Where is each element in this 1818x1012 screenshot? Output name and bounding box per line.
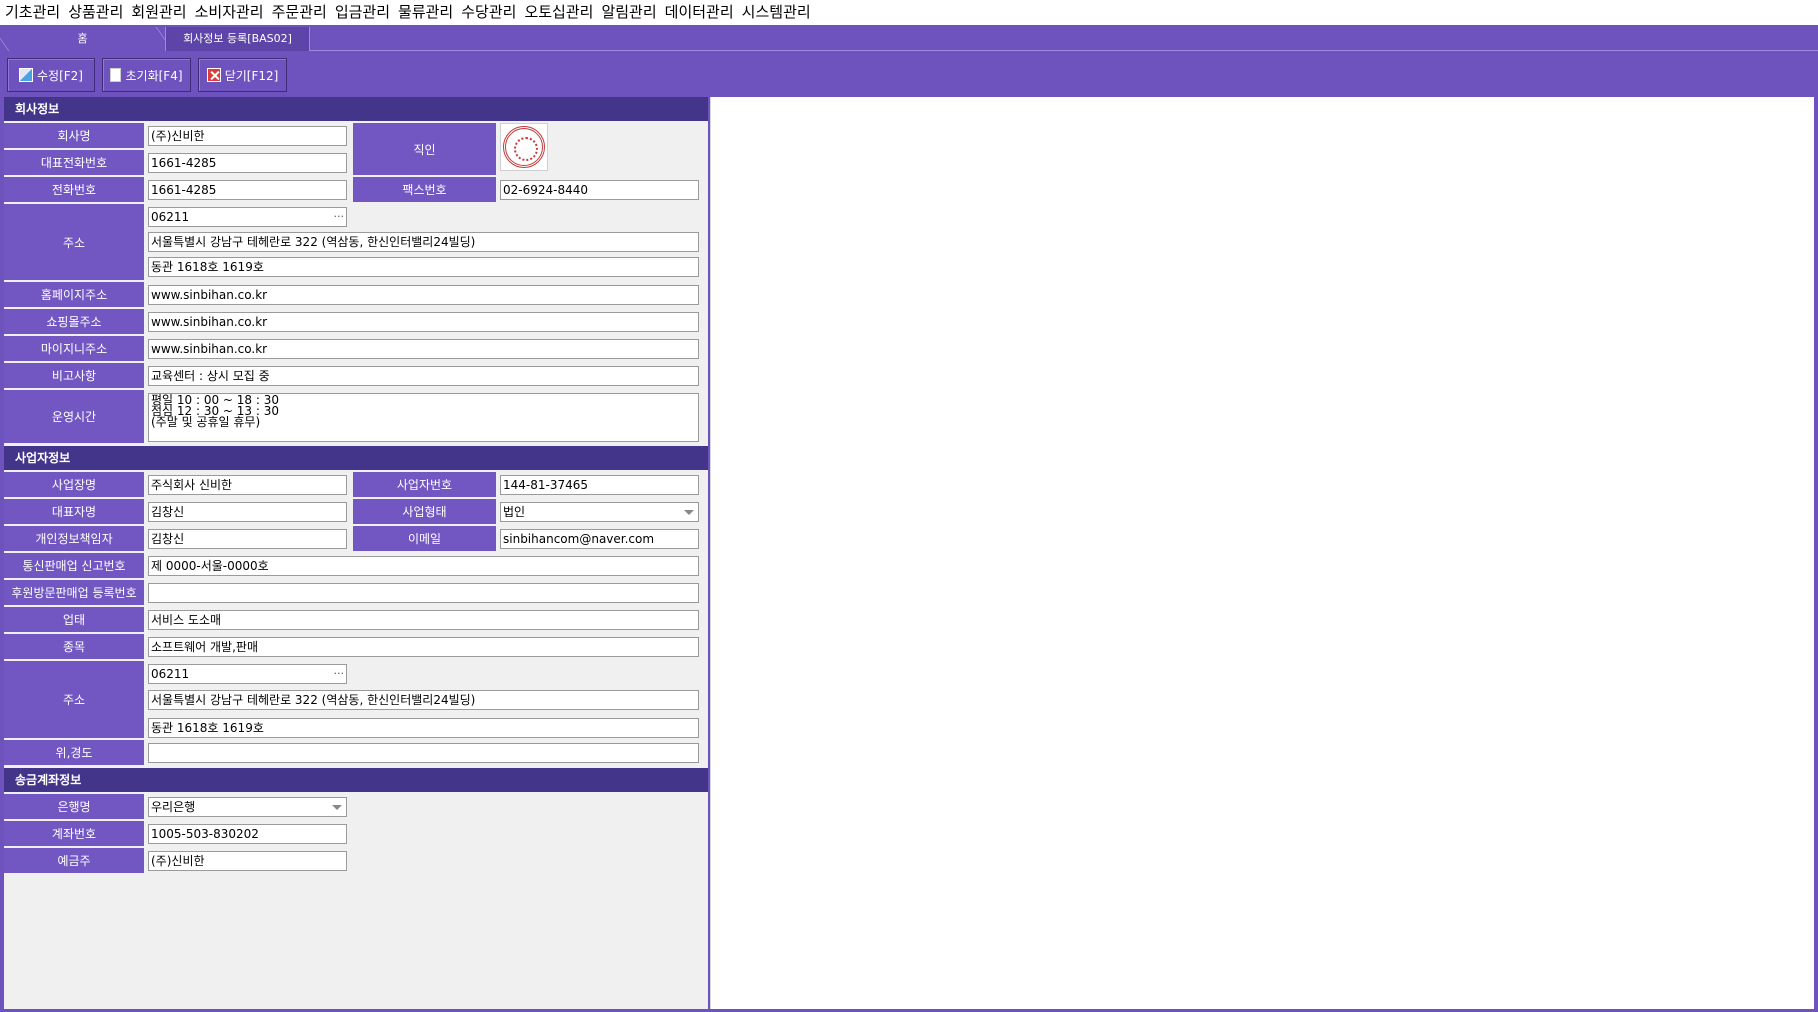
- tab-home[interactable]: 홈: [0, 27, 165, 51]
- company-name-field[interactable]: (주)신비한: [148, 126, 347, 146]
- menu-item[interactable]: 상품관리: [67, 0, 130, 25]
- privacy-officer-field[interactable]: 김창신: [148, 529, 347, 549]
- tab-company-info[interactable]: 회사정보 등록[BAS02]: [165, 27, 310, 51]
- menu-item[interactable]: 기초관리: [4, 0, 67, 25]
- menu-item[interactable]: 데이터관리: [664, 0, 741, 25]
- label-biz-type: 사업형태: [353, 499, 496, 525]
- label-ceo: 대표자명: [4, 499, 144, 525]
- label-geo: 위,경도: [4, 740, 144, 766]
- rep-phone-field[interactable]: 1661-4285: [148, 153, 347, 173]
- ceo-field[interactable]: 김창신: [148, 502, 347, 522]
- company-zip-value: 06211: [151, 210, 190, 224]
- fax-field[interactable]: 02-6924-8440: [500, 180, 699, 200]
- label-fax: 팩스번호: [353, 177, 496, 203]
- label-email: 이메일: [353, 526, 496, 552]
- label-seal: 직인: [353, 123, 496, 176]
- label-note: 비고사항: [4, 363, 144, 389]
- label-phone: 전화번호: [4, 177, 144, 203]
- bank-select[interactable]: 우리은행: [148, 797, 347, 817]
- reset-button[interactable]: 초기화[F4]: [102, 58, 191, 92]
- label-trade-name: 사업장명: [4, 472, 144, 498]
- homepage-field[interactable]: www.sinbihan.co.kr: [148, 285, 699, 305]
- label-category: 업태: [4, 607, 144, 633]
- menu-item[interactable]: 회원관리: [130, 0, 193, 25]
- account-holder-field[interactable]: (주)신비한: [148, 851, 347, 871]
- account-no-field[interactable]: 1005-503-830202: [148, 824, 347, 844]
- bank-value: 우리은행: [151, 800, 196, 814]
- label-hours: 운영시간: [4, 390, 144, 444]
- menu-item[interactable]: 알림관리: [600, 0, 663, 25]
- trade-name-field[interactable]: 주식회사 신비한: [148, 475, 347, 495]
- reset-button-label: 초기화[F4]: [125, 68, 183, 83]
- section-business-info: 사업자정보: [4, 446, 708, 470]
- visit-sales-no-field[interactable]: [148, 583, 699, 603]
- seal-stamp-icon: [503, 126, 545, 168]
- business-address1-field[interactable]: 서울특별시 강남구 테헤란로 322 (역삼동, 한신인터밸리24빌딩): [148, 690, 699, 710]
- chevron-down-icon[interactable]: [684, 510, 694, 515]
- label-bank: 은행명: [4, 794, 144, 820]
- section-account-info: 송금계좌정보: [4, 768, 708, 792]
- telesales-no-field[interactable]: 제 0000-서울-0000호: [148, 556, 699, 576]
- label-biz-no: 사업자번호: [353, 472, 496, 498]
- menu-item[interactable]: 입금관리: [334, 0, 397, 25]
- phone-field[interactable]: 1661-4285: [148, 180, 347, 200]
- biz-type-value: 법인: [503, 505, 526, 519]
- menu-item[interactable]: 물류관리: [397, 0, 460, 25]
- hours-field[interactable]: 평일 10 : 00 ~ 18 : 30 점심 12 : 30 ~ 13 : 3…: [148, 393, 699, 442]
- close-button-label: 닫기[F12]: [224, 68, 279, 83]
- more-icon[interactable]: ···: [334, 208, 345, 226]
- label-item: 종목: [4, 634, 144, 660]
- biz-no-field[interactable]: 144-81-37465: [500, 475, 699, 495]
- label-homepage: 홈페이지주소: [4, 282, 144, 308]
- label-mypage: 마이지니주소: [4, 336, 144, 362]
- edit-button[interactable]: 수정[F2]: [7, 58, 95, 92]
- edit-icon: [19, 68, 33, 82]
- company-address1-field[interactable]: 서울특별시 강남구 테헤란로 322 (역삼동, 한신인터밸리24빌딩): [148, 232, 699, 252]
- edit-button-label: 수정[F2]: [37, 68, 83, 83]
- form-panel: 회사정보 회사명 (주)신비한 직인 대표전화번호 1661-4285 전화번호…: [4, 97, 708, 1009]
- right-panel: [710, 97, 1814, 1009]
- note-field[interactable]: 교육센터 : 상시 모집 중: [148, 366, 699, 386]
- business-address2-field[interactable]: 동관 1618호 1619호: [148, 718, 699, 738]
- main-area: 회사정보 회사명 (주)신비한 직인 대표전화번호 1661-4285 전화번호…: [0, 97, 1818, 1012]
- chevron-down-icon[interactable]: [332, 805, 342, 810]
- document-icon: [110, 68, 122, 82]
- geo-field[interactable]: [148, 743, 699, 763]
- more-icon[interactable]: ···: [334, 665, 345, 683]
- close-button[interactable]: 닫기[F12]: [198, 58, 287, 92]
- mall-field[interactable]: www.sinbihan.co.kr: [148, 312, 699, 332]
- label-company-name: 회사명: [4, 123, 144, 149]
- mypage-field[interactable]: www.sinbihan.co.kr: [148, 339, 699, 359]
- label-account-holder: 예금주: [4, 848, 144, 874]
- label-business-address: 주소: [4, 661, 144, 739]
- company-zip-field[interactable]: 06211 ···: [148, 207, 347, 227]
- menu-bar: 기초관리 상품관리 회원관리 소비자관리 주문관리 입금관리 물류관리 수당관리 오토십관리 알림…: [0, 0, 1818, 25]
- label-mall: 쇼핑몰주소: [4, 309, 144, 335]
- menu-item[interactable]: 오토십관리: [523, 0, 600, 25]
- menu-item[interactable]: 시스템관리: [741, 0, 818, 25]
- menu-item[interactable]: 소비자관리: [194, 0, 271, 25]
- label-rep-phone: 대표전화번호: [4, 150, 144, 176]
- tab-strip: 홈 회사정보 등록[BAS02]: [0, 25, 1818, 51]
- email-field[interactable]: sinbihancom@naver.com: [500, 529, 699, 549]
- toolbar: 수정[F2] 초기화[F4] 닫기[F12]: [0, 51, 1818, 97]
- company-address2-field[interactable]: 동관 1618호 1619호: [148, 257, 699, 277]
- business-zip-field[interactable]: 06211 ···: [148, 664, 347, 684]
- close-icon: [206, 68, 221, 82]
- category-field[interactable]: 서비스 도소매: [148, 610, 699, 630]
- label-privacy-officer: 개인정보책임자: [4, 526, 144, 552]
- menu-item[interactable]: 수당관리: [460, 0, 523, 25]
- section-company-info: 회사정보: [4, 97, 708, 121]
- biz-type-select[interactable]: 법인: [500, 502, 699, 522]
- label-company-address: 주소: [4, 204, 144, 281]
- business-zip-value: 06211: [151, 667, 190, 681]
- item-field[interactable]: 소프트웨어 개발,판매: [148, 637, 699, 657]
- label-telesales-no: 통신판매업 신고번호: [4, 553, 144, 579]
- menu-item[interactable]: 주문관리: [271, 0, 334, 25]
- label-account-no: 계좌번호: [4, 821, 144, 847]
- label-visit-sales-no: 후원방문판매업 등록번호: [4, 580, 144, 606]
- seal-image[interactable]: [500, 123, 548, 171]
